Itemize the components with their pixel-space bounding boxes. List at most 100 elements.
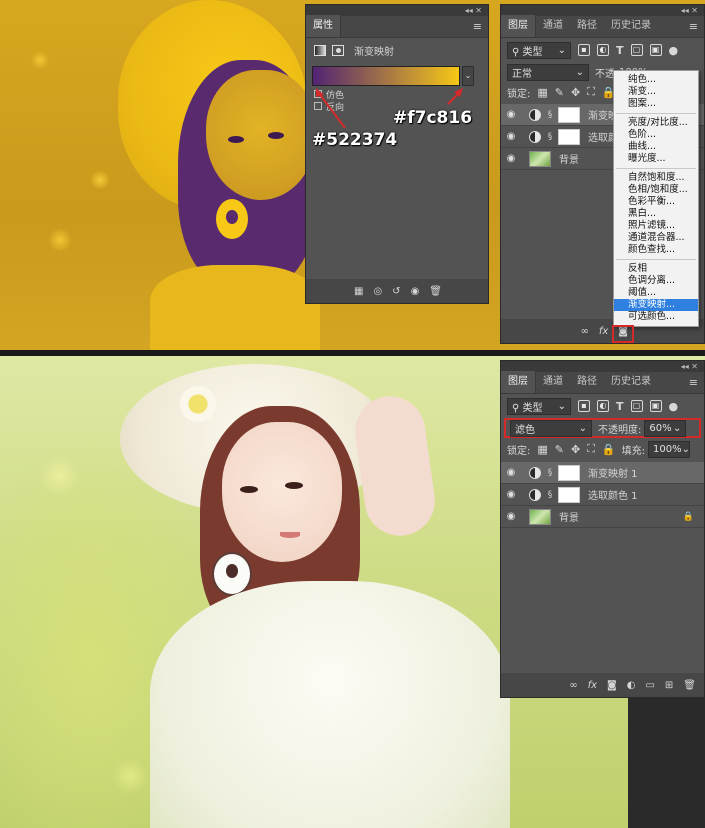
filter-smart-icon[interactable]: ▣ (649, 400, 662, 412)
tab-channels[interactable]: 通道 (536, 15, 570, 37)
menu-item[interactable]: 阈值... (614, 287, 698, 299)
layer-mask-thumbnail[interactable] (558, 464, 580, 481)
gradient-preview-bar[interactable] (312, 66, 460, 86)
filter-row: ⚲ 类型 ⌄ ▪ ◐ T ▢ ▣ ● (501, 38, 704, 62)
lock-artboard-icon[interactable]: ⛶ (587, 442, 595, 456)
reset-icon[interactable]: ↺ (392, 286, 400, 297)
menu-item[interactable]: 通道混合器... (614, 232, 698, 244)
eye-icon[interactable]: ◉ (501, 131, 521, 142)
menu-item[interactable]: 曲线... (614, 141, 698, 153)
lock-artboard-icon[interactable]: ⛶ (587, 85, 595, 99)
menu-item[interactable]: 色相/饱和度... (614, 184, 698, 196)
tab-channels[interactable]: 通道 (536, 371, 570, 393)
lock-paint-icon[interactable]: ✎ (555, 443, 564, 456)
layer-selective-color[interactable]: ◉ § 选取颜色 1 (501, 484, 704, 506)
new-adjustment-icon[interactable]: ◐ (627, 680, 636, 691)
filter-adjust-icon[interactable]: ◐ (597, 400, 609, 412)
layer-name: 选取颜色 1 (588, 491, 638, 502)
layer-mask-thumbnail[interactable] (558, 486, 580, 503)
visibility-icon[interactable]: ◉ (411, 286, 420, 297)
lock-transparent-icon[interactable]: ▦ (537, 443, 547, 456)
blend-mode-select[interactable]: 正常 ⌄ (507, 63, 589, 81)
blend-mode-select[interactable]: 滤色 ⌄ (510, 419, 592, 437)
filter-pixel-icon[interactable]: ▪ (578, 400, 590, 412)
link-icon[interactable]: § (545, 132, 555, 142)
link-layers-icon[interactable]: ∞ (581, 326, 589, 337)
filter-shape-icon[interactable]: ▢ (630, 400, 643, 412)
fx-icon[interactable]: fx (588, 680, 597, 691)
new-adjustment-menu: 纯色... 渐变... 图案... 亮度/对比度... 色阶... 曲线... … (613, 70, 699, 327)
tab-history[interactable]: 历史记录 (604, 371, 658, 393)
menu-item[interactable]: 反相 (614, 263, 698, 275)
filter-adjust-icon[interactable]: ◐ (597, 44, 609, 56)
view-previous-icon[interactable]: ◎ (373, 286, 382, 297)
opacity-input[interactable]: 60% ⌄ (644, 419, 687, 437)
tab-layers[interactable]: 图层 (501, 371, 536, 393)
menu-item[interactable]: 色阶... (614, 129, 698, 141)
layer-thumbnail (529, 508, 551, 525)
layer-kind-filter[interactable]: ⚲ 类型 ⌄ (507, 397, 571, 415)
tab-history[interactable]: 历史记录 (604, 15, 658, 37)
menu-item[interactable]: 色调分离... (614, 275, 698, 287)
lock-paint-icon[interactable]: ✎ (555, 86, 564, 99)
menu-item[interactable]: 纯色... (614, 74, 698, 86)
menu-item[interactable]: 可选颜色... (614, 311, 698, 323)
lock-position-icon[interactable]: ✥ (571, 86, 580, 99)
mask-icon[interactable] (332, 44, 344, 56)
menu-item-gradient-map[interactable]: 渐变映射... (614, 299, 698, 311)
link-icon[interactable]: § (545, 110, 555, 120)
add-mask-icon[interactable]: ◙ (607, 680, 617, 691)
link-layers-icon[interactable]: ∞ (569, 680, 577, 691)
new-group-icon[interactable]: ▭ (645, 680, 654, 691)
gradient-dropdown-chevron[interactable]: ⌄ (462, 66, 474, 86)
menu-item[interactable]: 照片滤镜... (614, 220, 698, 232)
layer-kind-filter[interactable]: ⚲ 类型 ⌄ (507, 41, 571, 59)
tab-properties[interactable]: 属性 (306, 15, 341, 37)
filter-toggle-icon[interactable]: ● (669, 44, 679, 57)
tab-paths[interactable]: 路径 (570, 15, 604, 37)
filter-row: ⚲ 类型 ⌄ ▪ ◐ T ▢ ▣ ● (501, 394, 704, 418)
filter-type-icon[interactable]: T (616, 44, 624, 57)
filter-type-icon[interactable]: T (616, 400, 624, 413)
tab-paths[interactable]: 路径 (570, 371, 604, 393)
tab-layers[interactable]: 图层 (501, 15, 536, 37)
layer-mask-thumbnail[interactable] (558, 128, 580, 145)
menu-item[interactable]: 颜色查找... (614, 244, 698, 256)
lock-all-icon[interactable]: 🔒 (602, 443, 616, 456)
clip-to-layer-icon[interactable]: ▦ (354, 286, 363, 297)
eye-icon[interactable]: ◉ (501, 109, 521, 120)
link-icon[interactable]: § (545, 468, 555, 478)
filter-shape-icon[interactable]: ▢ (630, 44, 643, 56)
highlight-new-adjustment-button[interactable] (612, 325, 634, 343)
fx-icon[interactable]: fx (599, 326, 608, 337)
lock-transparent-icon[interactable]: ▦ (537, 86, 547, 99)
menu-item[interactable]: 渐变... (614, 86, 698, 98)
eye-icon[interactable]: ◉ (501, 153, 521, 164)
dither-checkbox[interactable] (314, 90, 322, 98)
panel-menu-icon[interactable]: ≡ (473, 20, 482, 33)
eye-icon[interactable]: ◉ (501, 489, 521, 500)
filter-toggle-icon[interactable]: ● (669, 400, 679, 413)
link-icon[interactable]: § (545, 490, 555, 500)
menu-item[interactable]: 自然饱和度... (614, 172, 698, 184)
delete-icon[interactable]: 🗑 (429, 286, 442, 297)
menu-item[interactable]: 黑白... (614, 208, 698, 220)
layer-mask-thumbnail[interactable] (558, 106, 580, 123)
reverse-checkbox[interactable] (314, 102, 322, 110)
eye-icon[interactable]: ◉ (501, 467, 521, 478)
eye-icon[interactable]: ◉ (501, 511, 521, 522)
filter-smart-icon[interactable]: ▣ (649, 44, 662, 56)
menu-item[interactable]: 曝光度... (614, 153, 698, 165)
new-layer-icon[interactable]: ⊞ (665, 680, 673, 691)
menu-item[interactable]: 色彩平衡... (614, 196, 698, 208)
layers-top-menu-icon[interactable]: ≡ (689, 20, 698, 33)
delete-layer-icon[interactable]: 🗑 (683, 680, 696, 691)
layer-background[interactable]: ◉ 背景 🔒 (501, 506, 704, 528)
lock-position-icon[interactable]: ✥ (571, 443, 580, 456)
layers-bottom-menu-icon[interactable]: ≡ (689, 376, 698, 389)
filter-pixel-icon[interactable]: ▪ (578, 44, 590, 56)
fill-input[interactable]: 100% ⌄ (648, 440, 690, 458)
menu-item[interactable]: 亮度/对比度... (614, 117, 698, 129)
menu-item[interactable]: 图案... (614, 98, 698, 110)
layer-gradient-map[interactable]: ◉ § 渐变映射 1 (501, 462, 704, 484)
